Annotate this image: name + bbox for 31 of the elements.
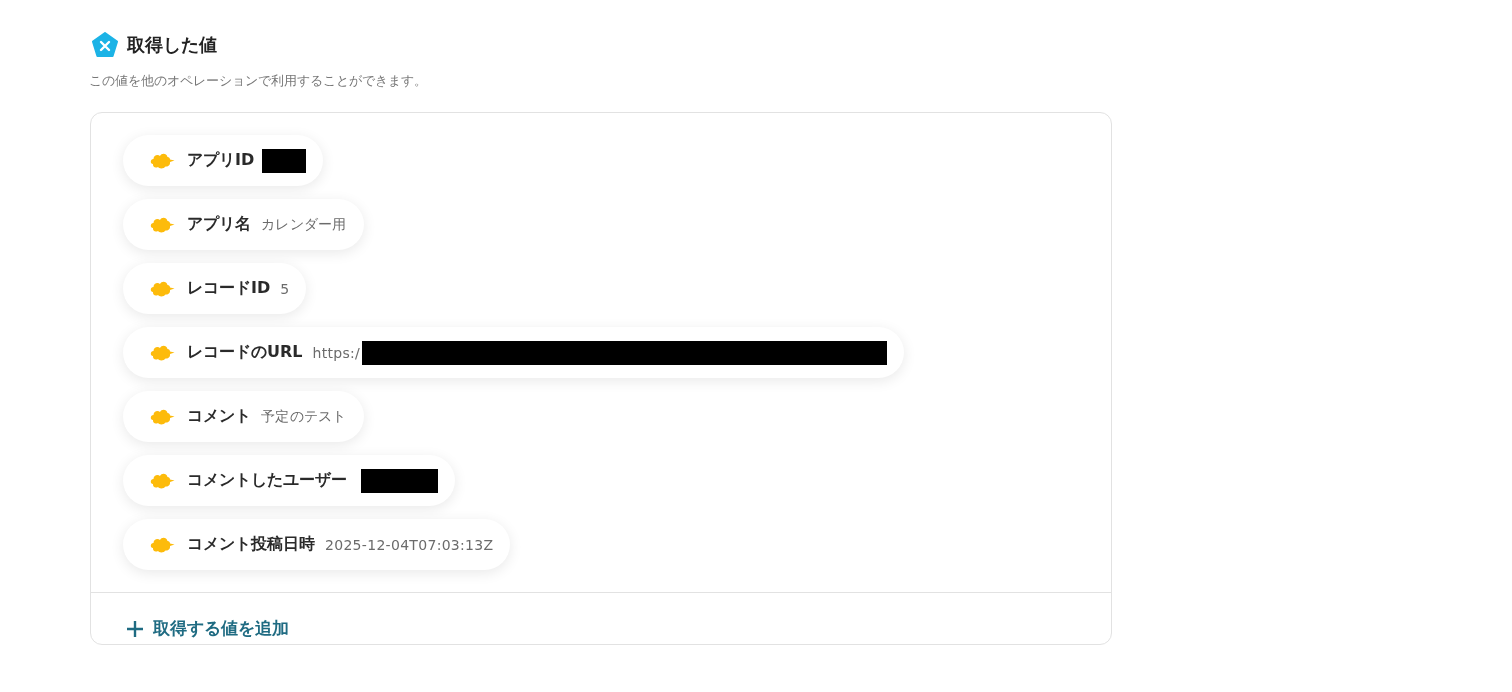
logo-icon [92,32,118,58]
cloud-icon [149,343,175,362]
value-chip[interactable]: レコードのURL https:/ [123,327,905,378]
value-chip[interactable]: レコードID 5 [123,263,307,314]
cloud-icon [149,407,175,426]
value-chip[interactable]: コメント 予定のテスト [123,391,364,442]
plus-icon [127,620,143,637]
value-text: 5 [280,280,290,297]
section-description: この値を他のオペレーションで利用することができます。 [89,72,428,90]
value-label: コメントしたユーザー [187,470,347,491]
value-text: https:/ [312,344,361,361]
value-label: コメント [187,406,251,427]
value-chip[interactable]: アプリ名 カレンダー用 [123,199,364,250]
add-value-button[interactable]: 取得する値を追加 [127,617,289,640]
value-label: コメント投稿日時 [187,534,315,555]
value-text: 予定のテスト [261,407,347,426]
section-title: 取得した値 [127,33,217,57]
value-text: 2025-12-04T07:03:13Z [325,536,494,553]
cloud-icon [149,215,175,234]
cloud-icon [149,151,175,170]
value-label: レコードID [187,278,271,299]
cloud-icon [149,535,175,554]
cloud-icon [149,279,175,298]
value-text: カレンダー用 [261,215,347,234]
value-label: アプリID [187,150,255,171]
value-label: アプリ名 [187,214,251,235]
value-label: レコードのURL [187,342,303,363]
value-chip[interactable]: アプリID [123,135,324,186]
cloud-icon [149,471,175,490]
value-chip[interactable]: コメント投稿日時 2025-12-04T07:03:13Z [123,519,511,570]
value-chip[interactable]: コメントしたユーザー [123,455,455,506]
